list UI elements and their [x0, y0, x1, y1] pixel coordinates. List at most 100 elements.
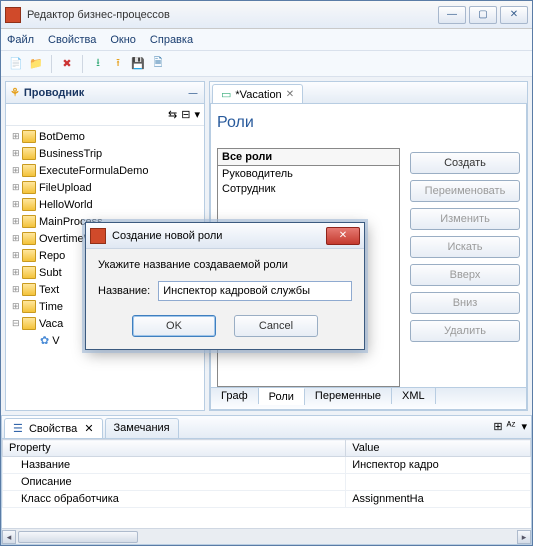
name-field-row: Название: [98, 281, 352, 301]
name-input[interactable] [158, 281, 352, 301]
new-icon[interactable]: 📄 [7, 55, 25, 73]
expand-icon[interactable]: ⊞ [12, 233, 22, 244]
scroll-thumb[interactable] [18, 531, 138, 543]
folder-icon [22, 130, 36, 143]
save-icon[interactable]: 💾 [129, 55, 147, 73]
scroll-left-icon[interactable]: ◂ [2, 530, 16, 544]
close-button[interactable]: ✕ [500, 6, 528, 24]
expand-icon[interactable]: ⊞ [12, 250, 22, 261]
process-icon: ▭ [221, 88, 231, 101]
editor-tabs: ▭ *Vacation ✕ [210, 82, 527, 104]
menu-help[interactable]: Справка [150, 34, 193, 46]
menu-window[interactable]: Окно [110, 34, 136, 46]
role-item[interactable]: Руководитель [222, 168, 395, 183]
prop-value[interactable]: AssignmentHa [346, 491, 531, 508]
prop-value[interactable]: Инспектор кадро [346, 457, 531, 474]
expand-icon[interactable]: ⊞ [12, 199, 22, 210]
edit-button[interactable]: Изменить [410, 208, 520, 230]
expand-icon[interactable]: ⊞ [12, 216, 22, 227]
col-value[interactable]: Value [346, 440, 531, 457]
tab-notes[interactable]: Замечания [105, 418, 179, 438]
explorer-toolbar: ⇆ ⊟ ▾ [6, 104, 204, 126]
expand-icon[interactable]: ⊞ [12, 131, 22, 142]
delete-button[interactable]: Удалить [410, 320, 520, 342]
search-button[interactable]: Искать [410, 236, 520, 258]
scroll-right-icon[interactable]: ▸ [517, 530, 531, 544]
table-row[interactable]: Класс обработчикаAssignmentHa [3, 491, 531, 508]
horizontal-scrollbar[interactable]: ◂ ▸ [2, 528, 531, 544]
table-row[interactable]: НазваниеИнспектор кадро [3, 457, 531, 474]
close-tab-icon[interactable]: ✕ [84, 423, 93, 435]
close-tab-icon[interactable]: ✕ [286, 89, 294, 100]
tab-vars[interactable]: Переменные [305, 388, 392, 404]
tree-item-label: FileUpload [39, 182, 92, 194]
menu-icon[interactable]: ▾ [194, 108, 200, 121]
dialog-title: Создание новой роли [112, 230, 326, 242]
table-row[interactable]: Описание [3, 474, 531, 491]
collapse-icon[interactable]: ⊟ [181, 108, 190, 121]
dialog-buttons: OK Cancel [98, 315, 352, 337]
rename-button[interactable]: Переименовать [410, 180, 520, 202]
tab-properties-label: Свойства [29, 423, 77, 435]
tree-item[interactable]: ⊞ BusinessTrip [8, 145, 202, 162]
col-property[interactable]: Property [3, 440, 346, 457]
tree-item[interactable]: ⊞ BotDemo [8, 128, 202, 145]
folder-icon [22, 147, 36, 160]
link-icon[interactable]: ⇆ [168, 108, 177, 121]
up-button[interactable]: Вверх [410, 264, 520, 286]
minimize-panel-icon[interactable]: — [186, 86, 200, 100]
dialog-icon [90, 228, 106, 244]
save-all-icon[interactable]: 🗎 [149, 55, 167, 73]
tab-xml[interactable]: XML [392, 388, 436, 404]
tab-graph[interactable]: Граф [211, 388, 259, 404]
tree-item[interactable]: ⊞ FileUpload [8, 179, 202, 196]
expand-icon[interactable]: ⊟ [12, 318, 22, 329]
tree-item-label: BusinessTrip [39, 148, 102, 160]
role-item[interactable]: Сотрудник [222, 183, 395, 198]
expand-icon[interactable]: ⊞ [12, 182, 22, 193]
window-buttons: — ▢ ✕ [438, 6, 528, 24]
import-icon[interactable]: ⭳ [89, 55, 107, 73]
folder-icon [22, 283, 36, 296]
prop-name: Описание [3, 474, 346, 491]
tree-item-label: HelloWorld [39, 199, 93, 211]
ok-button[interactable]: OK [132, 315, 216, 337]
dialog-body: Укажите название создаваемой роли Назван… [86, 249, 364, 349]
expand-icon[interactable]: ⊞ [12, 165, 22, 176]
tab-properties[interactable]: ☰ Свойства ✕ [4, 418, 103, 438]
menu-icon[interactable]: ▾ [521, 420, 527, 434]
minimize-button[interactable]: — [438, 6, 466, 24]
az-sort-icon[interactable]: ᴬᶻ [507, 420, 516, 434]
delete-icon[interactable]: ✖ [58, 55, 76, 73]
cancel-button[interactable]: Cancel [234, 315, 318, 337]
tree-view-icon[interactable]: ⊞ [493, 420, 502, 434]
dialog-prompt: Укажите название создаваемой роли [98, 259, 352, 271]
new-folder-icon[interactable]: 📁 [27, 55, 45, 73]
tab-roles[interactable]: Роли [259, 388, 305, 405]
tree-item-label: ExecuteFormulaDemo [39, 165, 148, 177]
expand-icon[interactable]: ⊞ [12, 148, 22, 159]
expand-icon[interactable]: ⊞ [12, 267, 22, 278]
prop-name: Класс обработчика [3, 491, 346, 508]
properties-icon: ☰ [13, 423, 23, 435]
properties-tabs: ☰ Свойства ✕ Замечания ⊞ ᴬᶻ ▾ [2, 416, 531, 439]
prop-value[interactable] [346, 474, 531, 491]
tree-item[interactable]: ⊞ ExecuteFormulaDemo [8, 162, 202, 179]
menu-properties[interactable]: Свойства [48, 34, 96, 46]
menu-file[interactable]: Файл [7, 34, 34, 46]
tree-item[interactable]: ⊞ HelloWorld [8, 196, 202, 213]
tree-item-label: BotDemo [39, 131, 85, 143]
properties-panel: ☰ Свойства ✕ Замечания ⊞ ᴬᶻ ▾ Property V… [1, 415, 532, 545]
folder-icon [22, 249, 36, 262]
folder-icon [22, 164, 36, 177]
all-roles-label: Все роли [217, 148, 400, 165]
expand-icon[interactable]: ⊞ [12, 301, 22, 312]
maximize-button[interactable]: ▢ [469, 6, 497, 24]
tree-item-label: Subt [39, 267, 62, 279]
down-button[interactable]: Вниз [410, 292, 520, 314]
dialog-close-button[interactable]: ✕ [326, 227, 360, 245]
create-button[interactable]: Создать [410, 152, 520, 174]
export-icon[interactable]: ⭱ [109, 55, 127, 73]
tab-vacation[interactable]: ▭ *Vacation ✕ [212, 84, 303, 103]
expand-icon[interactable]: ⊞ [12, 284, 22, 295]
